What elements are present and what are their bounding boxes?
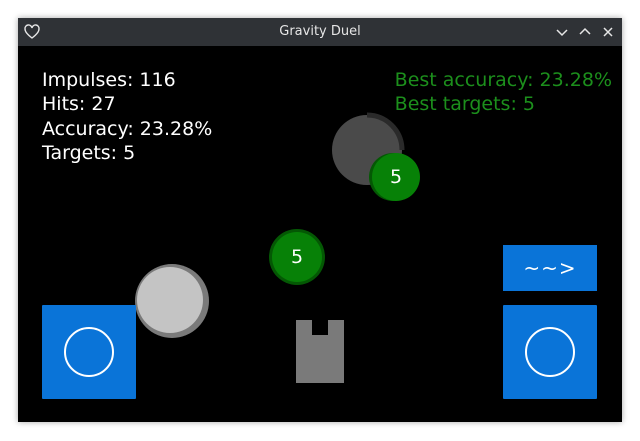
best-targets: Best targets: 5 [394, 93, 535, 116]
circle-icon [64, 327, 114, 377]
player-ball [135, 264, 209, 338]
chevron-up-icon[interactable] [577, 24, 593, 40]
left-control-button[interactable] [42, 305, 136, 399]
window-title: Gravity Duel [279, 24, 361, 39]
circle-icon [525, 327, 575, 377]
hits-stat: Hits: 27 [42, 93, 116, 116]
launch-button[interactable]: ~~> [503, 245, 597, 291]
best-scores-panel: Best accuracy: 23.28% Best targets: 5 [395, 68, 612, 117]
close-icon[interactable] [600, 24, 616, 40]
titlebar: Gravity Duel [18, 18, 622, 46]
target-marker: 5 [272, 232, 322, 282]
right-control-button[interactable] [503, 305, 597, 399]
impulses-stat: Impulses: 116 [42, 69, 176, 91]
target-marker: 5 [372, 153, 420, 201]
tower-obstacle [296, 320, 344, 383]
game-canvas[interactable]: Impulses: 116 Hits: 27 Accuracy: 23.28% … [18, 46, 622, 422]
accuracy-stat: Accuracy: 23.28% [42, 117, 213, 140]
targets-stat: Targets: 5 [42, 141, 136, 164]
app-window: Gravity Duel Impulses: 116 Hits: 27 Accu… [18, 18, 622, 422]
stats-panel: Impulses: 116 Hits: 27 Accuracy: 23.28% … [42, 68, 212, 165]
best-accuracy: Best accuracy: 23.28% [394, 69, 612, 91]
chevron-down-icon[interactable] [554, 24, 570, 40]
